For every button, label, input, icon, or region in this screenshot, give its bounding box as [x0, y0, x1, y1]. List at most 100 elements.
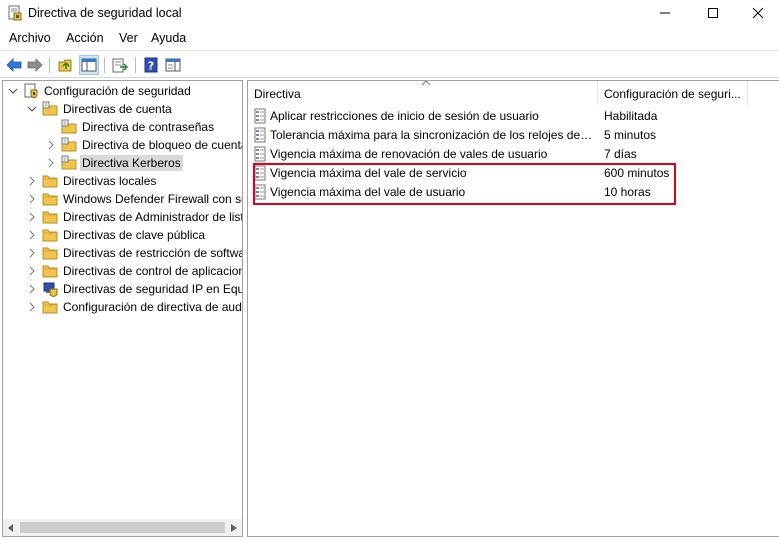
- policy-name: Aplicar restricciones de inicio de sesió…: [270, 109, 539, 123]
- collapse-chevron-icon: [27, 106, 37, 112]
- tree-item[interactable]: Configuración de seguridad: [7, 82, 193, 100]
- expand-chevron-icon: [29, 194, 35, 204]
- policy-icon: [254, 127, 266, 143]
- scroll-right-button[interactable]: [226, 519, 242, 536]
- expand-chevron-icon: [29, 176, 35, 186]
- tree-toggle[interactable]: [45, 157, 57, 169]
- menu-ayuda[interactable]: Ayuda: [151, 31, 186, 45]
- tree-item-label: Directivas de seguridad IP en Equipo l: [63, 282, 243, 296]
- tree-item[interactable]: Directivas de Administrador de listas d: [26, 208, 242, 226]
- show-hide-console-tree-button[interactable]: [79, 55, 99, 75]
- chevron-right-icon: [231, 523, 237, 532]
- tree-item[interactable]: Directiva de contraseñas: [45, 118, 216, 136]
- tree-item-label: Directiva de contraseñas: [82, 120, 215, 134]
- security-config-icon: [24, 83, 38, 99]
- toolbar-separator: [104, 57, 105, 73]
- tree-toggle[interactable]: [26, 247, 38, 259]
- menu-bar: Archivo Acción Ver Ayuda: [0, 28, 779, 48]
- up-one-level-button[interactable]: [56, 55, 76, 75]
- collapse-chevron-icon: [8, 88, 18, 94]
- tree-item[interactable]: Windows Defender Firewall con segur: [26, 190, 242, 208]
- tree-toggle[interactable]: [45, 139, 57, 151]
- policy-icon: [254, 146, 266, 162]
- column-header-configuracion[interactable]: Configuración de seguri...: [598, 81, 748, 105]
- policy-icon: [254, 108, 266, 124]
- folder-icon: [42, 247, 58, 260]
- table-row[interactable]: Aplicar restricciones de inicio de sesió…: [248, 107, 779, 125]
- table-row[interactable]: Tolerancia máxima para la sincronización…: [248, 126, 779, 144]
- tree-item[interactable]: Directivas de cuenta: [26, 100, 174, 118]
- tree-toggle[interactable]: [26, 193, 38, 205]
- folder-icon: [42, 265, 58, 278]
- expand-chevron-icon: [29, 230, 35, 240]
- show-hide-action-pane-button[interactable]: [163, 55, 183, 75]
- forward-button[interactable]: [25, 55, 45, 75]
- expand-chevron-icon: [29, 284, 35, 294]
- folder-lock-icon: [61, 119, 77, 134]
- tree-toggle[interactable]: [26, 265, 38, 277]
- export-list-button[interactable]: [110, 55, 130, 75]
- expand-chevron-icon: [29, 302, 35, 312]
- policy-setting: 7 días: [604, 147, 637, 161]
- console-tree[interactable]: Configuración de seguridad Directivas de …: [2, 80, 243, 537]
- tree-item-label: Directivas de Administrador de listas d: [63, 210, 242, 224]
- tree-item[interactable]: Directivas de clave pública: [26, 226, 207, 244]
- svg-text:?: ?: [148, 60, 154, 73]
- expand-chevron-icon: [29, 212, 35, 222]
- policy-list[interactable]: Directiva Configuración de seguri... Apl…: [247, 80, 779, 537]
- policy-name: Tolerancia máxima para la sincronización…: [270, 128, 595, 142]
- export-list-icon: [112, 58, 128, 73]
- horizontal-scrollbar[interactable]: [3, 519, 242, 536]
- tree-toggle[interactable]: [26, 283, 38, 295]
- tree-item-label: Windows Defender Firewall con segur: [63, 192, 242, 206]
- sort-caret-icon: [421, 81, 431, 86]
- scrollbar-thumb[interactable]: [20, 522, 225, 533]
- help-button[interactable]: ?: [141, 55, 161, 75]
- tree-item[interactable]: Configuración de directiva de auditor: [26, 298, 242, 316]
- menu-archivo[interactable]: Archivo: [9, 31, 51, 45]
- tree-item-label: Directiva de bloqueo de cuenta: [82, 138, 243, 152]
- minimize-button[interactable]: [642, 0, 688, 26]
- folder-icon: [42, 193, 58, 206]
- tree-item-label: Directiva Kerberos: [80, 155, 183, 171]
- back-button[interactable]: [4, 55, 24, 75]
- column-header-directiva[interactable]: Directiva: [248, 81, 598, 105]
- window-title: Directiva de seguridad local: [28, 6, 182, 20]
- menu-accion[interactable]: Acción: [66, 31, 104, 45]
- tree-item[interactable]: Directiva de bloqueo de cuenta: [45, 136, 243, 154]
- folder-icon: [42, 211, 58, 224]
- folder-lock-icon: [61, 137, 77, 152]
- tree-toggle[interactable]: [26, 175, 38, 187]
- close-icon: [752, 7, 764, 19]
- tree-toggle[interactable]: [26, 301, 38, 313]
- folder-icon: [42, 301, 58, 314]
- tree-toggle[interactable]: [45, 121, 57, 133]
- back-arrow-icon: [6, 58, 22, 72]
- tree-item[interactable]: Directivas de seguridad IP en Equipo l: [26, 280, 243, 298]
- folder-lock-icon: [42, 101, 58, 116]
- tree-toggle[interactable]: [26, 103, 38, 115]
- tree-item[interactable]: Directiva Kerberos: [45, 154, 183, 172]
- tree-item[interactable]: Directivas de control de aplicaciones: [26, 262, 242, 280]
- tree-toggle[interactable]: [26, 211, 38, 223]
- close-button[interactable]: [735, 0, 779, 26]
- expand-chevron-icon: [29, 248, 35, 258]
- column-header-label: Configuración de seguri...: [604, 87, 741, 101]
- tree-item[interactable]: Directivas de restricción de software: [26, 244, 242, 262]
- policy-setting: 5 minutos: [604, 128, 657, 142]
- forward-arrow-icon: [27, 58, 43, 72]
- toolbar: ?: [0, 50, 779, 78]
- scroll-left-button[interactable]: [3, 519, 19, 536]
- tree-toggle[interactable]: [7, 85, 19, 97]
- security-policy-app-icon: [8, 5, 22, 21]
- highlight-box: [253, 163, 676, 205]
- maximize-button[interactable]: [690, 0, 736, 26]
- maximize-icon: [708, 8, 718, 18]
- expand-chevron-icon: [48, 158, 54, 168]
- table-row[interactable]: Vigencia máxima de renovación de vales d…: [248, 145, 779, 163]
- expand-chevron-icon: [48, 140, 54, 150]
- tree-toggle[interactable]: [26, 229, 38, 241]
- tree-item[interactable]: Directivas locales: [26, 172, 158, 190]
- menu-ver[interactable]: Ver: [119, 31, 138, 45]
- ip-security-icon: [43, 282, 58, 297]
